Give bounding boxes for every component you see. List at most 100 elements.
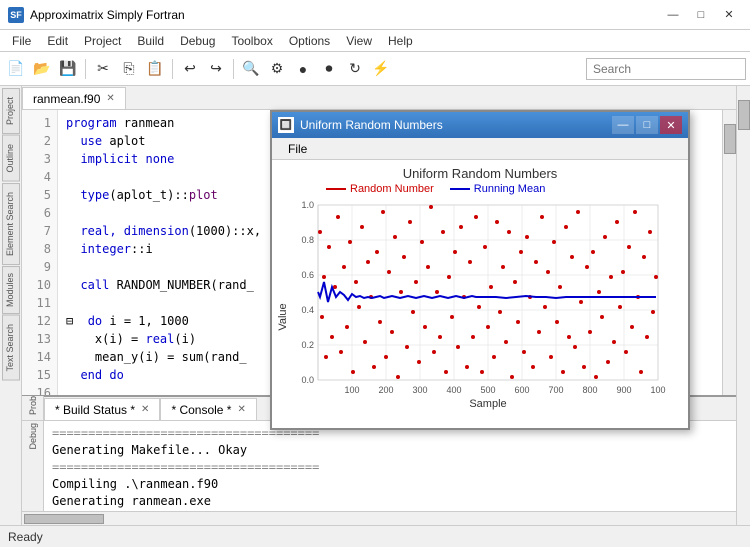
bottom-scrollbar-thumb: [24, 514, 104, 524]
plot-menu-file[interactable]: File: [280, 140, 315, 158]
console-output[interactable]: ===================================== Ge…: [44, 421, 736, 511]
bottom-tab-console[interactable]: * Console * ✕: [160, 398, 256, 420]
toolbar-undo[interactable]: ↩: [178, 57, 202, 81]
plot-minimize-button[interactable]: —: [612, 116, 634, 134]
plot-window: 🔲 Uniform Random Numbers — □ ✕ File Unif…: [270, 110, 690, 430]
status-text: Ready: [8, 530, 43, 544]
line-numbers: 12345 678910 1112131415 1617181920 21: [22, 110, 58, 395]
close-tab-icon[interactable]: ✕: [106, 93, 114, 104]
plot-close-button[interactable]: ✕: [660, 116, 682, 134]
title-bar: SF Approximatrix Simply Fortran — □ ✕: [0, 0, 750, 30]
editor-scrollbar-thumb: [724, 124, 736, 154]
svg-text:500: 500: [480, 385, 495, 395]
plot-chart: Value: [276, 197, 676, 417]
tab-filename: ranmean.f90: [33, 92, 100, 106]
toolbar-sep1: [85, 59, 86, 79]
sidebar-tab-debug[interactable]: Debug: [28, 423, 38, 450]
app-icon: SF: [8, 7, 24, 23]
toolbar-save[interactable]: 💾: [56, 57, 80, 81]
toolbar-open[interactable]: 📂: [30, 57, 54, 81]
toolbar-search[interactable]: 🔍: [239, 57, 263, 81]
legend-mean-color: [450, 188, 470, 190]
svg-text:300: 300: [412, 385, 427, 395]
plot-window-icon: 🔲: [278, 117, 294, 133]
menu-project[interactable]: Project: [76, 32, 129, 50]
left-sidebar: Project Outline Element Search Modules T…: [0, 86, 22, 525]
menu-help[interactable]: Help: [380, 32, 421, 50]
sidebar-tab-element-search[interactable]: Element Search: [2, 183, 20, 265]
plot-menu: File: [272, 138, 688, 160]
svg-text:1.0: 1.0: [301, 200, 314, 210]
console-line: Compiling .\ranmean.f90: [52, 476, 728, 493]
toolbar-search-area: [586, 58, 746, 80]
bottom-scrollbar-h[interactable]: [22, 511, 736, 525]
svg-text:0.8: 0.8: [301, 235, 314, 245]
menu-bar: File Edit Project Build Debug Toolbox Op…: [0, 30, 750, 52]
toolbar-redo[interactable]: ↪: [204, 57, 228, 81]
legend-random-number: Random Number: [326, 183, 434, 195]
legend-random-color: [326, 188, 346, 190]
svg-text:100: 100: [344, 385, 359, 395]
svg-text:0.4: 0.4: [301, 305, 314, 315]
build-status-tab-label: * Build Status *: [55, 403, 135, 417]
toolbar-copy[interactable]: ⎘: [117, 57, 141, 81]
console-tab-label: * Console *: [171, 403, 231, 417]
toolbar-settings[interactable]: ⚙: [265, 57, 289, 81]
toolbar-dot[interactable]: ●: [291, 57, 315, 81]
menu-build[interactable]: Build: [129, 32, 172, 50]
menu-toolbox[interactable]: Toolbox: [223, 32, 280, 50]
toolbar-record[interactable]: ⏺: [317, 57, 341, 81]
right-sidebar: [736, 86, 750, 525]
toolbar-run[interactable]: ⚡: [369, 57, 393, 81]
legend-mean-label: Running Mean: [474, 183, 546, 195]
plot-window-title: Uniform Random Numbers: [300, 118, 610, 132]
minimize-button[interactable]: —: [660, 5, 686, 25]
menu-file[interactable]: File: [4, 32, 39, 50]
close-build-tab-icon[interactable]: ✕: [141, 404, 149, 415]
plot-maximize-button[interactable]: □: [636, 116, 658, 134]
svg-text:Value: Value: [277, 303, 289, 330]
plot-legend: Random Number Running Mean: [276, 183, 684, 195]
sidebar-tab-project[interactable]: Project: [2, 88, 20, 134]
plot-chart-title: Uniform Random Numbers: [276, 166, 684, 181]
svg-text:400: 400: [446, 385, 461, 395]
menu-view[interactable]: View: [338, 32, 380, 50]
menu-edit[interactable]: Edit: [39, 32, 76, 50]
console-line: Generating ranmean.exe: [52, 493, 728, 510]
plot-content: Uniform Random Numbers Random Number Run…: [272, 160, 688, 421]
tab-bar: ranmean.f90 ✕: [22, 86, 736, 110]
svg-text:700: 700: [548, 385, 563, 395]
toolbar-refresh[interactable]: ↻: [343, 57, 367, 81]
svg-text:600: 600: [514, 385, 529, 395]
sidebar-tab-outline[interactable]: Outline: [2, 135, 20, 182]
sidebar-tab-text-search[interactable]: Text Search: [2, 315, 20, 381]
toolbar-sep3: [233, 59, 234, 79]
toolbar-sep2: [172, 59, 173, 79]
toolbar-paste[interactable]: 📋: [143, 57, 167, 81]
bottom-left-sidebar: Prob: [22, 396, 44, 420]
svg-text:0.6: 0.6: [301, 270, 314, 280]
legend-running-mean: Running Mean: [450, 183, 546, 195]
svg-text:200: 200: [378, 385, 393, 395]
svg-text:0.2: 0.2: [301, 340, 314, 350]
svg-text:900: 900: [616, 385, 631, 395]
menu-debug[interactable]: Debug: [172, 32, 223, 50]
svg-text:0.0: 0.0: [301, 375, 314, 385]
editor-scrollbar-v[interactable]: [722, 110, 736, 395]
maximize-button[interactable]: □: [688, 5, 714, 25]
svg-text:800: 800: [582, 385, 597, 395]
bottom-tab-build-status[interactable]: * Build Status * ✕: [44, 398, 160, 420]
toolbar-new[interactable]: 📄: [4, 57, 28, 81]
close-button[interactable]: ✕: [716, 5, 742, 25]
editor-tab-ranmean[interactable]: ranmean.f90 ✕: [22, 87, 126, 109]
plot-title-bar: 🔲 Uniform Random Numbers — □ ✕: [272, 112, 688, 138]
menu-options[interactable]: Options: [281, 32, 338, 50]
sidebar-tab-problems[interactable]: Prob: [28, 396, 38, 415]
bottom-content-area: Debug ==================================…: [22, 421, 736, 511]
legend-random-label: Random Number: [350, 183, 434, 195]
sidebar-tab-modules[interactable]: Modules: [2, 266, 20, 314]
close-console-tab-icon[interactable]: ✕: [237, 404, 245, 415]
app-title: Approximatrix Simply Fortran: [30, 8, 185, 22]
toolbar-cut[interactable]: ✂: [91, 57, 115, 81]
search-input[interactable]: [586, 58, 746, 80]
